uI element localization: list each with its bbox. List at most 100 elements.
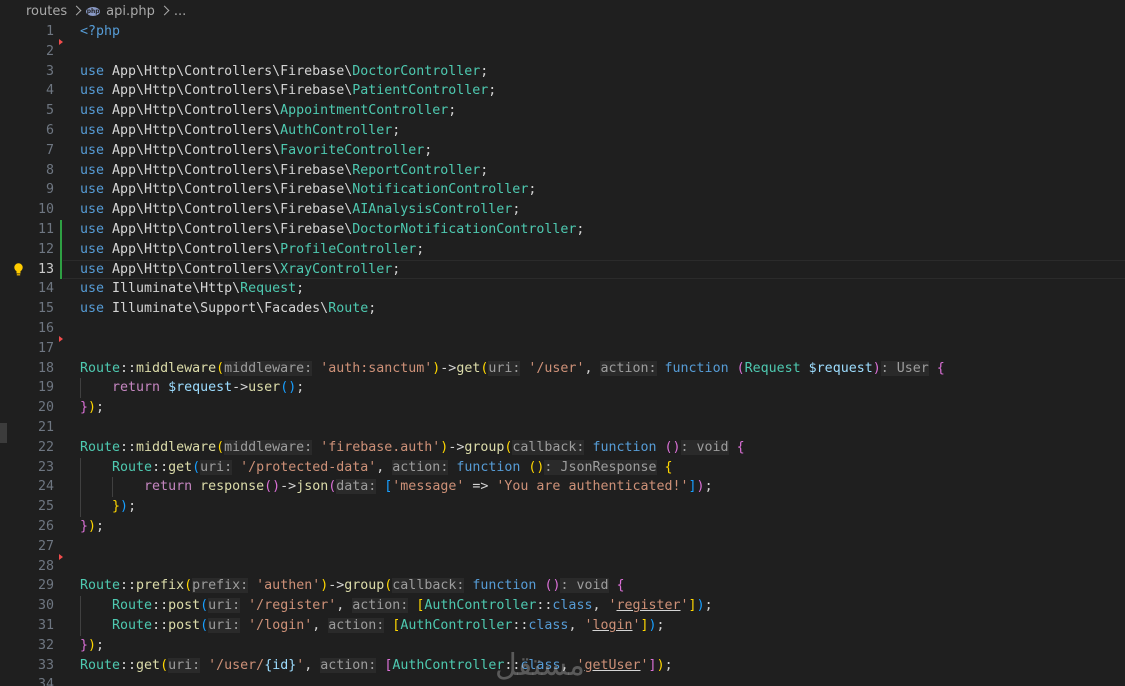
code-line[interactable]: 31 Route::post(uri: '/login', action: [A… [0, 615, 1125, 636]
code-line[interactable]: 11 use App\Http\Controllers\Firebase\Doct… [0, 219, 1125, 240]
code-token: App\Http\Controllers\Firebase\ [104, 221, 353, 237]
code-token: Route [80, 439, 121, 455]
code-token: get [456, 360, 481, 376]
code-line[interactable]: 16 [0, 319, 1125, 339]
code-line[interactable]: 26}); [0, 517, 1125, 537]
code-token: App\Http\Controllers\ [104, 103, 281, 119]
breadcrumb-symbols[interactable]: ... [174, 4, 186, 19]
code-line[interactable]: 29 Route::prefix(prefix: 'authen')->group… [0, 576, 1125, 596]
code-token: { [616, 578, 625, 594]
inlay-hint: middleware: [224, 439, 313, 455]
code-text: }); [80, 636, 104, 656]
deleted-lines-marker[interactable] [59, 38, 63, 45]
code-line[interactable]: 22 Route::middleware(middleware: 'firebas… [0, 438, 1125, 458]
added-line-marker[interactable] [60, 239, 62, 260]
code-token: App\Http\Controllers\Firebase\ [104, 63, 353, 79]
code-line[interactable]: 19 return $request->user(); [0, 378, 1125, 399]
code-token: App\Http\Controllers\Firebase\ [104, 182, 353, 198]
chevron-right-icon [71, 5, 82, 15]
code-token: 'authen' [256, 578, 321, 594]
code-token: $request [808, 360, 873, 376]
code-line[interactable]: 8 use App\Http\Controllers\Firebase\Repor… [0, 161, 1125, 181]
inlay-hint: action: [600, 360, 657, 376]
code-token: ; [368, 301, 377, 317]
code-token: ; [416, 241, 425, 257]
code-token: ' [640, 657, 649, 673]
code-token: Route [80, 360, 121, 376]
code-line[interactable]: 14 use Illuminate\Http\Request; [0, 279, 1125, 299]
code-token: } [80, 637, 89, 653]
added-line-marker[interactable] [60, 219, 62, 240]
code-token: , [568, 617, 585, 633]
code-line[interactable]: 30 Route::post(uri: '/register', action:… [0, 596, 1125, 616]
code-line[interactable]: 18 Route::middleware(middleware: 'auth:sa… [0, 359, 1125, 379]
inlay-hint: uri: [208, 598, 241, 614]
code-token: :: [152, 459, 169, 475]
code-token: use [80, 162, 105, 178]
code-token: ] [688, 479, 697, 495]
added-line-marker[interactable] [60, 259, 62, 280]
code-line[interactable]: 4 use App\Http\Controllers\Firebase\Patie… [0, 81, 1125, 101]
inlay-hint: : void [560, 578, 609, 594]
code-token: ; [480, 162, 489, 178]
code-line[interactable]: 13 use App\Http\Controllers\XrayControlle… [0, 259, 1125, 280]
code-line[interactable]: 6 use App\Http\Controllers\AuthController… [0, 121, 1125, 141]
code-line[interactable]: 5 use App\Http\Controllers\AppointmentCon… [0, 101, 1125, 121]
code-line[interactable]: 7 use App\Http\Controllers\FavoriteContro… [0, 141, 1125, 161]
code-token: :: [120, 439, 137, 455]
code-line[interactable]: 25 }); [0, 497, 1125, 517]
code-line[interactable]: 1 <?php [0, 22, 1125, 42]
code-text: Route::prefix(prefix: 'authen')->group(c… [80, 576, 625, 596]
watermark: مستقل [495, 648, 585, 683]
code-token: ; [392, 122, 401, 138]
code-token: () [280, 380, 297, 396]
code-token: use [80, 63, 105, 79]
code-text: return response()->json(data: ['message'… [80, 477, 713, 497]
code-token: App\Http\Controllers\Firebase\ [104, 83, 353, 99]
code-area[interactable]: 1 <?php 2 3 use App\Http\Controllers\Firebas… [0, 22, 1125, 686]
code-text: }); [80, 398, 104, 418]
code-line[interactable]: 10 use App\Http\Controllers\Firebase\AIAn… [0, 200, 1125, 220]
code-editor[interactable]: routes php api.php ... 1 <?php 2 3 use App\H… [0, 0, 1125, 686]
code-token: () [528, 459, 545, 475]
line-number: 31 [37, 617, 54, 633]
lightbulb-icon[interactable] [13, 262, 24, 276]
code-token: middleware [136, 360, 217, 376]
code-token: () [544, 578, 561, 594]
code-text: use Illuminate\Http\Request; [80, 279, 304, 299]
code-line[interactable]: 3 use App\Http\Controllers\Firebase\Docto… [0, 62, 1125, 82]
inlay-hint: uri: [208, 617, 241, 633]
deleted-lines-marker[interactable] [59, 553, 63, 560]
inlay-hint: uri: [168, 657, 201, 673]
code-token: ( [200, 617, 209, 633]
breadcrumb-folder[interactable]: routes [26, 4, 67, 19]
code-token: '/register' [248, 598, 337, 614]
code-token: function [472, 578, 537, 594]
line-number: 11 [37, 221, 54, 237]
code-line[interactable]: 17 [0, 335, 1125, 359]
line-number: 10 [37, 202, 54, 218]
code-line[interactable]: 24 return response()->json(data: ['messa… [0, 477, 1125, 498]
side-panel-handle[interactable] [0, 423, 7, 443]
deleted-lines-marker[interactable] [59, 335, 63, 342]
code-line[interactable]: 9 use App\Http\Controllers\Firebase\Notif… [0, 180, 1125, 200]
line-number: 14 [37, 281, 54, 297]
code-line[interactable]: 20}); [0, 398, 1125, 418]
breadcrumb-file[interactable]: api.php [106, 4, 155, 19]
code-token: AuthController [400, 617, 513, 633]
code-line[interactable]: 2 [0, 38, 1125, 62]
code-token: ) [696, 479, 705, 495]
code-line[interactable]: 23 Route::get(uri: '/protected-data', ac… [0, 457, 1125, 478]
code-line[interactable]: 27 [0, 537, 1125, 557]
code-token: function [664, 360, 729, 376]
inlay-hint: data: [336, 479, 377, 495]
code-line[interactable]: 28 [0, 553, 1125, 577]
code-line[interactable]: 12 use App\Http\Controllers\ProfileContro… [0, 239, 1125, 260]
code-line[interactable]: 21 [0, 418, 1125, 438]
code-line[interactable]: 15 use Illuminate\Support\Facades\Route; [0, 299, 1125, 319]
code-token: ProfileController [280, 241, 417, 257]
